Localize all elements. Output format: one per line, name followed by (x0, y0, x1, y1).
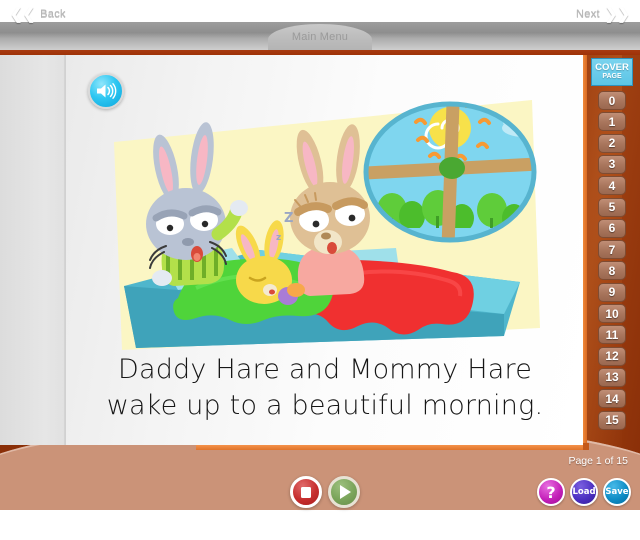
back-button[interactable]: ❮❮ Back (10, 0, 66, 28)
double-chevron-right-icon: ❯❯ (604, 5, 630, 23)
save-button-label: Save (605, 487, 629, 497)
next-button[interactable]: Next ❯❯ (576, 0, 630, 28)
page-button-6[interactable]: 6 (598, 218, 626, 238)
page-spine-shading (0, 55, 64, 445)
page-button-12[interactable]: 12 (598, 346, 626, 366)
page-button-5[interactable]: 5 (598, 197, 626, 217)
speaker-sound-icon (97, 83, 117, 99)
help-button[interactable]: ? (537, 478, 565, 506)
page-button-15[interactable]: 15 (598, 410, 626, 430)
cover-page-line-1: COVER (595, 62, 629, 74)
svg-text:z: z (276, 233, 281, 243)
page-button-2[interactable]: 2 (598, 133, 626, 153)
cover-page-line-2: PAGE (602, 73, 622, 81)
page-navigation-sidebar: COVER PAGE 0 1 2 3 4 5 6 7 8 9 10 11 12 13 14 15 (586, 55, 640, 455)
page-indicator: Page 1 of 15 (568, 455, 628, 467)
next-button-label: Next (576, 8, 600, 20)
page-button-13[interactable]: 13 (598, 367, 626, 387)
page-button-3[interactable]: 3 (598, 154, 626, 174)
load-button-label: Load (572, 487, 596, 497)
page-button-14[interactable]: 14 (598, 389, 626, 409)
main-menu-label: Main Menu (291, 31, 349, 43)
page-button-4[interactable]: 4 (598, 176, 626, 196)
double-chevron-left-icon: ❮❮ (10, 5, 36, 23)
page-bottom-edge (196, 445, 586, 450)
page-button-0[interactable]: 0 (598, 91, 626, 110)
page-button-1[interactable]: 1 (598, 112, 626, 132)
page-button-9[interactable]: 9 (598, 282, 626, 302)
back-button-label: Back (40, 8, 66, 20)
story-line-2: wake up to a beautiful morning. (106, 389, 544, 421)
speaker-button[interactable] (88, 73, 124, 109)
page-button-11[interactable]: 11 (598, 325, 626, 345)
page-button-8[interactable]: 8 (598, 261, 626, 281)
story-line-1: Daddy Hare and Mommy Hare (117, 354, 533, 385)
help-button-label: ? (546, 482, 556, 502)
story-illustration: Z z (100, 100, 540, 355)
page-spine-line (64, 55, 66, 445)
play-icon (340, 485, 351, 499)
illustration-artwork: Z z (114, 100, 540, 350)
play-button[interactable] (328, 476, 360, 508)
story-text: Daddy Hare and Mommy Hare wake up to a b… (70, 352, 580, 424)
save-button[interactable]: Save (603, 478, 631, 506)
stop-button[interactable] (290, 476, 322, 508)
top-navigation-underline (0, 50, 640, 55)
main-menu-tab[interactable]: Main Menu (268, 24, 372, 50)
storybook-app: ❮❮ Back Next ❯❯ Main Menu Z z Daddy Hare… (0, 0, 640, 540)
page-button-7[interactable]: 7 (598, 240, 626, 260)
page-button-10[interactable]: 10 (598, 304, 626, 323)
cover-page-button[interactable]: COVER PAGE (591, 58, 633, 86)
svg-text:Z: Z (284, 211, 293, 226)
load-button[interactable]: Load (570, 478, 598, 506)
stop-icon (301, 486, 311, 498)
